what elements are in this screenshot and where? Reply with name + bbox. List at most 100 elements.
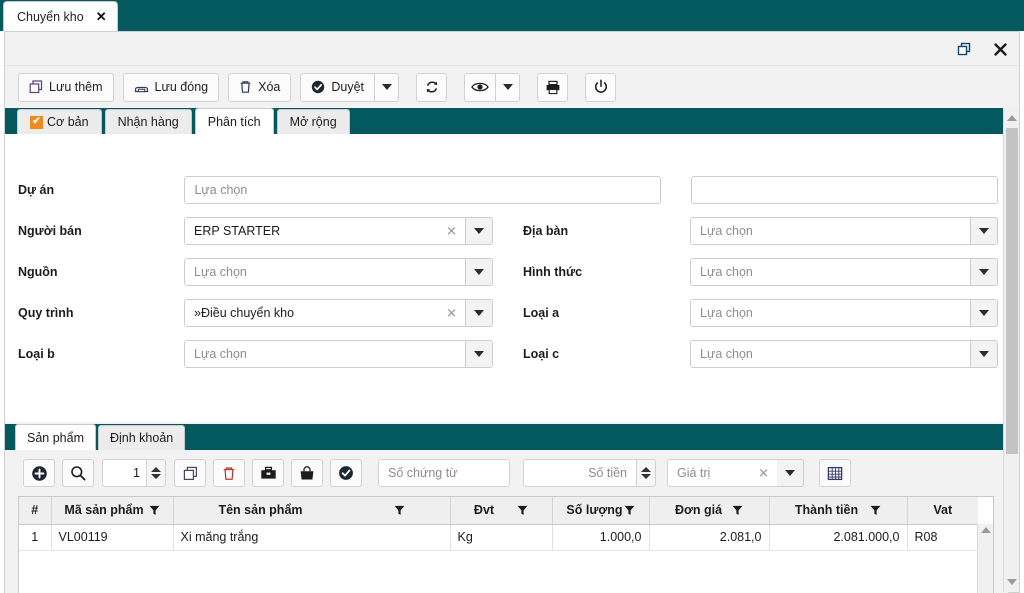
nguoi-ban-dropdown[interactable] (466, 217, 493, 245)
subtab-san-pham-label: Sản phẩm (27, 430, 84, 445)
approve-dropdown-button[interactable] (374, 72, 400, 102)
approve-rows-button[interactable] (330, 459, 362, 487)
clear-icon[interactable]: ✕ (758, 467, 769, 480)
scroll-thumb[interactable] (1006, 128, 1018, 454)
scroll-down-glyph (1007, 579, 1017, 585)
nguoi-ban-input[interactable]: ERP STARTER ✕ (184, 217, 466, 245)
delete-rows-button[interactable] (213, 459, 245, 487)
preview-split-button (464, 72, 521, 102)
spin-down-icon[interactable] (641, 474, 651, 479)
hinh-thuc-combo: Lựa chọn (690, 258, 998, 286)
subtab-dinh-khoan[interactable]: Định khoản (97, 425, 186, 450)
filter-icon[interactable] (394, 505, 405, 516)
clear-icon[interactable]: ✕ (446, 307, 457, 320)
document-number-input[interactable]: Số chứng từ (378, 459, 510, 487)
column-header-vat[interactable]: Vat (907, 497, 978, 525)
loai-b-dropdown[interactable] (466, 340, 493, 368)
filter-icon[interactable] (624, 505, 635, 516)
page-vertical-scrollbar[interactable] (1003, 108, 1019, 592)
loai-a-dropdown[interactable] (971, 299, 998, 327)
amount-spin-buttons[interactable] (636, 459, 656, 487)
tab-co-ban[interactable]: ✔ Cơ bản (17, 109, 102, 134)
tab-mo-rong-label: Mở rộng (289, 115, 337, 129)
filter-icon[interactable] (732, 505, 743, 516)
save-add-button[interactable]: Lưu thêm (18, 72, 114, 102)
close-window-icon[interactable] (989, 38, 1011, 60)
du-an-input[interactable]: Lựa chọn (184, 176, 661, 204)
column-header-quantity[interactable]: Số lượng (552, 497, 650, 525)
delete-label: Xóa (258, 80, 281, 94)
approve-button[interactable]: Duyệt (300, 72, 375, 102)
approve-label: Duyệt (331, 80, 365, 94)
quy-trinh-input[interactable]: »Điều chuyển kho ✕ (184, 299, 466, 327)
scroll-down-icon[interactable] (1004, 574, 1020, 590)
quy-trinh-dropdown[interactable] (466, 299, 493, 327)
restore-window-icon[interactable] (953, 38, 975, 60)
preview-button[interactable] (464, 72, 496, 102)
dia-ban-dropdown[interactable] (971, 217, 998, 245)
grid-vertical-scrollbar[interactable] (977, 524, 993, 593)
browser-tab-chuyen-kho[interactable]: Chuyển kho ✕ (3, 1, 118, 31)
delete-button[interactable]: Xóa (228, 72, 292, 102)
preview-dropdown-button[interactable] (495, 72, 521, 102)
document-number-placeholder: Số chứng từ (388, 466, 458, 480)
scroll-up-icon[interactable] (1004, 110, 1020, 126)
hinh-thuc-input[interactable]: Lựa chọn (690, 258, 971, 286)
subtab-san-pham[interactable]: Sản phẩm (15, 424, 96, 450)
extra-right-input[interactable] (690, 176, 999, 204)
table-row[interactable]: 1 VL00119 Xi măng trắng Kg 1.000,0 2.081… (19, 524, 978, 551)
amount-input[interactable]: Số tiền (523, 459, 636, 487)
search-rows-button[interactable] (62, 459, 94, 487)
browser-tab-label: Chuyển kho (17, 9, 84, 24)
column-header-amount[interactable]: Thành tiền (769, 497, 908, 525)
column-header-product-name[interactable]: Tên sản phẩm (173, 497, 451, 525)
column-header-unit[interactable]: Đvt (450, 497, 553, 525)
purchase-bag-button[interactable] (291, 459, 323, 487)
tab-phan-tich[interactable]: Phân tích (194, 108, 274, 134)
filter-icon[interactable] (149, 505, 160, 516)
loai-b-input[interactable]: Lựa chọn (184, 340, 466, 368)
clear-icon[interactable]: ✕ (446, 225, 457, 238)
tab-mo-rong[interactable]: Mở rộng (276, 109, 350, 134)
loai-c-dropdown[interactable] (971, 340, 998, 368)
nguon-placeholder: Lựa chọn (194, 265, 247, 279)
tab-nhan-hang[interactable]: Nhận hàng (104, 109, 192, 134)
save-close-button[interactable]: Lưu đóng (122, 72, 220, 102)
nguon-input[interactable]: Lựa chọn (184, 258, 466, 286)
copy-rows-button[interactable] (174, 459, 206, 487)
column-header-product-code[interactable]: Mã sản phẩm (51, 497, 174, 525)
loai-a-combo: Lựa chọn (690, 299, 998, 327)
dia-ban-input[interactable]: Lựa chọn (690, 217, 971, 245)
spin-up-icon[interactable] (641, 467, 651, 472)
column-header-unit-price[interactable]: Đơn giá (649, 497, 770, 525)
close-icon[interactable]: ✕ (96, 10, 107, 23)
hinh-thuc-dropdown[interactable] (971, 258, 998, 286)
spin-down-icon[interactable] (151, 474, 161, 479)
save-add-label: Lưu thêm (49, 80, 103, 94)
scroll-up-icon[interactable] (980, 527, 991, 533)
spin-up-icon[interactable] (151, 467, 161, 472)
save-disk-icon (134, 86, 148, 93)
table-grid-icon (827, 466, 843, 480)
refresh-button[interactable] (416, 72, 448, 102)
add-row-button[interactable] (23, 459, 55, 487)
value-type-input[interactable]: Giá trị ✕ (667, 459, 777, 487)
cell-unit-price: 2.081,0 (649, 524, 770, 551)
print-button[interactable] (537, 72, 569, 102)
row-count-input[interactable]: 1 (102, 459, 146, 487)
dia-ban-combo: Lựa chọn (690, 217, 998, 245)
label-dia-ban: Địa bàn (523, 224, 569, 238)
filter-icon[interactable] (517, 505, 528, 516)
power-button[interactable] (585, 72, 617, 102)
checkbox-checked-icon: ✔ (30, 115, 43, 129)
column-header-index[interactable]: # (19, 497, 52, 525)
nguon-dropdown[interactable] (466, 258, 493, 286)
warehouse-button[interactable] (252, 459, 284, 487)
loai-c-input[interactable]: Lựa chọn (690, 340, 971, 368)
filter-icon[interactable] (870, 505, 881, 516)
command-toolbar: Lưu thêm Lưu đóng Xóa Duyệt (5, 66, 1019, 108)
row-count-spin-buttons[interactable] (146, 459, 166, 487)
loai-a-input[interactable]: Lựa chọn (690, 299, 971, 327)
value-type-dropdown[interactable] (777, 459, 804, 487)
table-layout-button[interactable] (819, 459, 851, 487)
